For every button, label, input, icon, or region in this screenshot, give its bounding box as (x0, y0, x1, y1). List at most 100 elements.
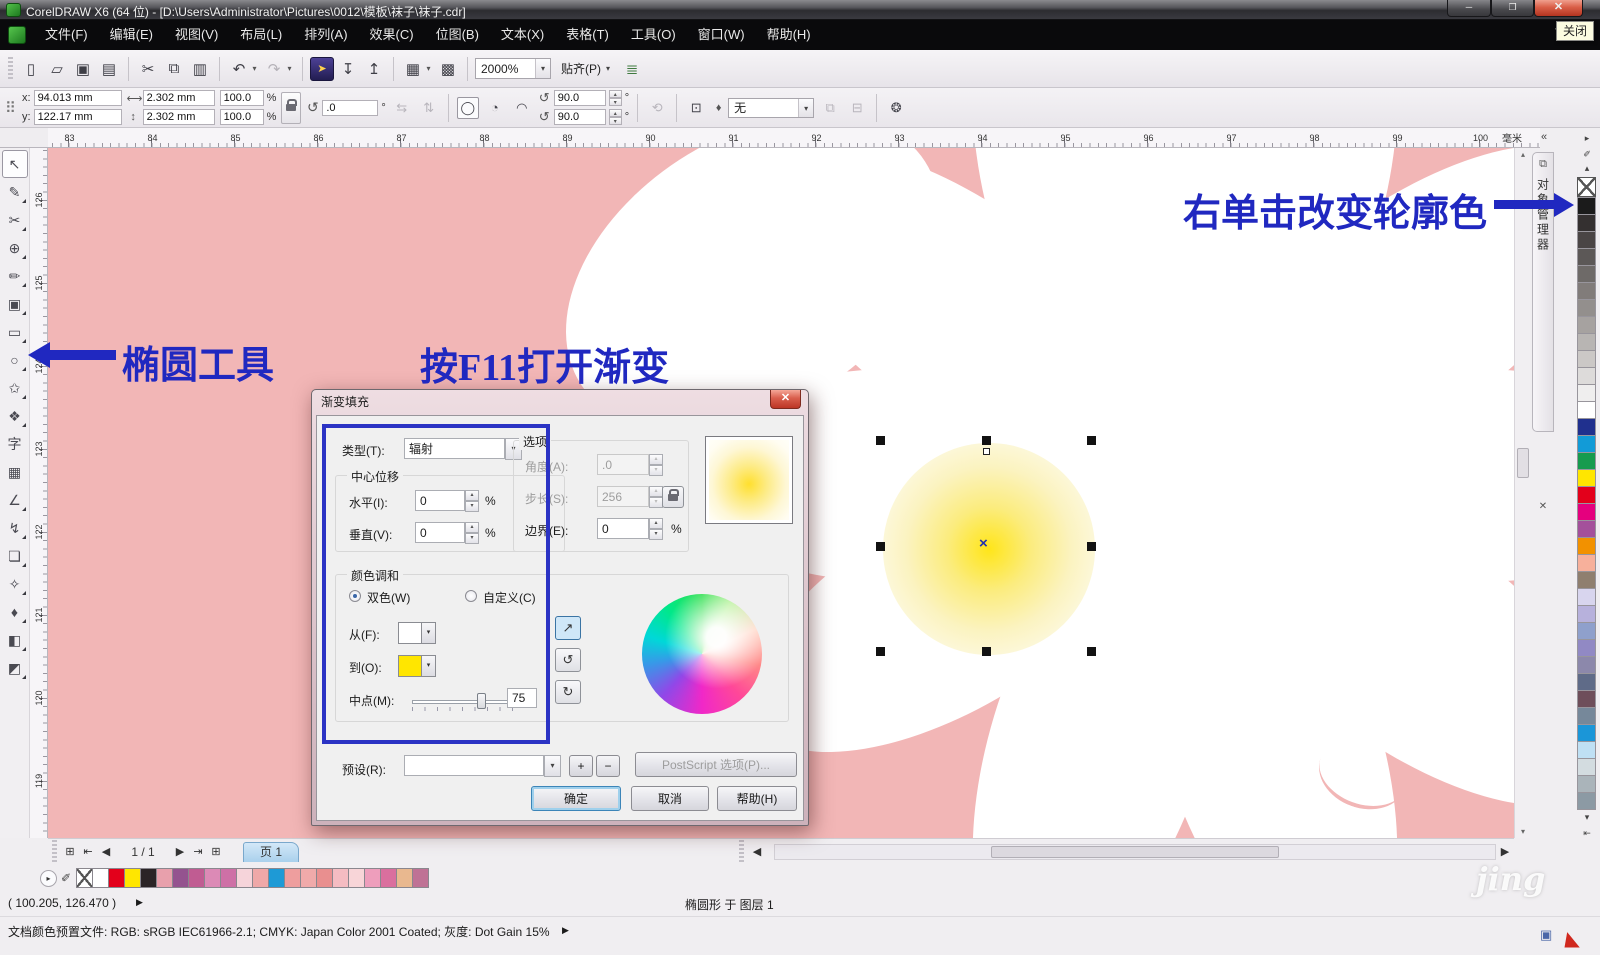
palette-scroll-up-icon[interactable]: ▴ (1577, 163, 1597, 175)
edge-spinner[interactable]: ▴▾ (649, 518, 663, 539)
fill-tool[interactable]: ◧ (2, 626, 28, 654)
cut-icon[interactable]: ✂ (136, 57, 160, 81)
color-swatch[interactable] (108, 868, 125, 888)
selection-handle[interactable] (876, 436, 885, 445)
color-swatch[interactable] (1577, 333, 1596, 351)
color-swatch[interactable] (364, 868, 381, 888)
docker-close-icon[interactable]: ✕ (1536, 500, 1550, 514)
color-swatch[interactable] (1577, 214, 1596, 232)
rotate-cw-button[interactable]: ↻ (555, 680, 581, 704)
print-icon[interactable]: ▤ (97, 57, 121, 81)
scroll-left-icon[interactable]: ◀ (748, 845, 766, 858)
import-icon[interactable]: ↧ (336, 57, 360, 81)
color-swatch[interactable] (1577, 656, 1596, 674)
table-tool[interactable]: ▦ (2, 458, 28, 486)
no-color-swatch[interactable] (1577, 177, 1596, 197)
presets-combo[interactable] (404, 755, 544, 776)
eyedropper-icon[interactable]: ✐ (61, 871, 71, 885)
minimize-button[interactable]: ─ (1447, 0, 1491, 17)
selection-handle[interactable] (876, 647, 885, 656)
snap-to-dropdown[interactable]: 贴齐(P) ▾ (553, 60, 618, 77)
mirror-vertical-icon[interactable]: ⇅ (418, 97, 440, 119)
undo-dropdown-icon[interactable]: ▾ (249, 57, 260, 81)
color-swatch[interactable] (1577, 588, 1596, 606)
color-swatch[interactable] (188, 868, 205, 888)
color-swatch[interactable] (1577, 639, 1596, 657)
palette-flyout-icon[interactable]: ▸ (40, 870, 57, 887)
color-swatch[interactable] (1577, 775, 1596, 793)
color-wheel[interactable] (642, 594, 762, 714)
add-page-icon[interactable]: ⊞ (61, 845, 79, 858)
color-swatch[interactable] (1577, 690, 1596, 708)
vertical-scroll-thumb[interactable] (1517, 448, 1529, 478)
restore-button[interactable]: ❐ (1491, 0, 1534, 17)
menu-item[interactable]: 窗口(W) (687, 27, 756, 42)
zoom-level-combo[interactable]: 2000% ▾ (475, 58, 551, 79)
color-swatch[interactable] (300, 868, 317, 888)
previous-page-icon[interactable]: ◀ (97, 845, 115, 858)
to-back-icon[interactable]: ⊟ (846, 97, 868, 119)
arc-end-field[interactable]: 90.0 (554, 109, 606, 125)
pick-tool[interactable]: ↖ (2, 150, 28, 178)
add-preset-button[interactable]: + (569, 755, 593, 777)
outline-pen-tool[interactable]: ♦ (2, 598, 28, 626)
collapse-dockers-button[interactable]: « (1534, 129, 1554, 146)
color-swatch[interactable] (412, 868, 429, 888)
crop-tool[interactable]: ✂ (2, 206, 28, 234)
color-swatch[interactable] (1577, 571, 1596, 589)
menu-item[interactable]: 编辑(E) (99, 27, 164, 42)
ellipse-node[interactable] (983, 448, 990, 455)
chevron-down-icon[interactable]: ▾ (544, 755, 561, 777)
lock-ratio-button[interactable] (281, 92, 301, 124)
color-swatch[interactable] (1577, 265, 1596, 283)
app-launcher-icon[interactable]: ▦ (401, 57, 425, 81)
color-swatch[interactable] (1577, 367, 1596, 385)
color-swatch[interactable] (1577, 792, 1596, 810)
palette-expand-icon[interactable]: ⇤ (1577, 826, 1597, 842)
color-swatch[interactable] (252, 868, 269, 888)
arc-start-field[interactable]: 90.0 (554, 90, 606, 106)
flyout-arrow-icon[interactable]: ▶ (136, 897, 143, 908)
vertical-scrollbar[interactable]: ▴ ▾ (1514, 148, 1530, 838)
color-swatch[interactable] (1577, 724, 1596, 742)
menu-item[interactable]: 帮助(H) (756, 27, 822, 42)
scroll-right-icon[interactable]: ▶ (1496, 845, 1514, 858)
ellipse-mode-button[interactable]: ◯ (457, 97, 479, 119)
connector-tool[interactable]: ↯ (2, 514, 28, 542)
rectangle-tool[interactable]: ▭ (2, 318, 28, 346)
color-swatch[interactable] (1577, 469, 1596, 487)
menu-item[interactable]: 视图(V) (164, 27, 229, 42)
next-page-icon[interactable]: ▶ (171, 845, 189, 858)
paste-icon[interactable]: ▥ (188, 57, 212, 81)
y-position-field[interactable]: 122.17 mm (34, 109, 122, 125)
menu-item[interactable]: 工具(O) (620, 27, 687, 42)
edge-pad-field[interactable]: 0 (597, 518, 649, 539)
color-swatch[interactable] (380, 868, 397, 888)
add-page-icon[interactable]: ⊞ (207, 845, 225, 858)
interactive-fill-tool[interactable]: ◩ (2, 654, 28, 682)
menu-item[interactable]: 布局(L) (229, 27, 293, 42)
color-swatch[interactable] (1577, 707, 1596, 725)
save-icon[interactable]: ▣ (71, 57, 95, 81)
selection-handles-icon[interactable]: ❂ (885, 97, 907, 119)
selection-handle[interactable] (1087, 436, 1096, 445)
menu-item[interactable]: 表格(T) (555, 27, 620, 42)
color-swatch[interactable] (204, 868, 221, 888)
color-swatch[interactable] (348, 868, 365, 888)
rotation-angle-field[interactable]: .0 (322, 100, 378, 116)
close-button[interactable]: ✕ (1534, 0, 1583, 17)
color-swatch[interactable] (284, 868, 301, 888)
color-swatch[interactable] (1577, 197, 1596, 215)
scroll-up-icon[interactable]: ▴ (1515, 150, 1531, 159)
remove-preset-button[interactable]: − (596, 755, 620, 777)
horizontal-ruler[interactable]: 8384858687888990919293949596979899100 毫米 (48, 128, 1540, 148)
horizontal-scroll-thumb[interactable] (991, 846, 1279, 858)
new-icon[interactable]: ▯ (19, 57, 43, 81)
pie-mode-button[interactable]: ◔ (484, 97, 506, 119)
help-button[interactable]: 帮助(H) (717, 786, 797, 811)
color-swatch[interactable] (1577, 248, 1596, 266)
color-swatch[interactable] (1577, 452, 1596, 470)
scale-h-field[interactable]: 100.0 (220, 90, 264, 106)
arc-mode-button[interactable]: ◠ (511, 97, 533, 119)
page-tab[interactable]: 页 1 (243, 842, 299, 862)
